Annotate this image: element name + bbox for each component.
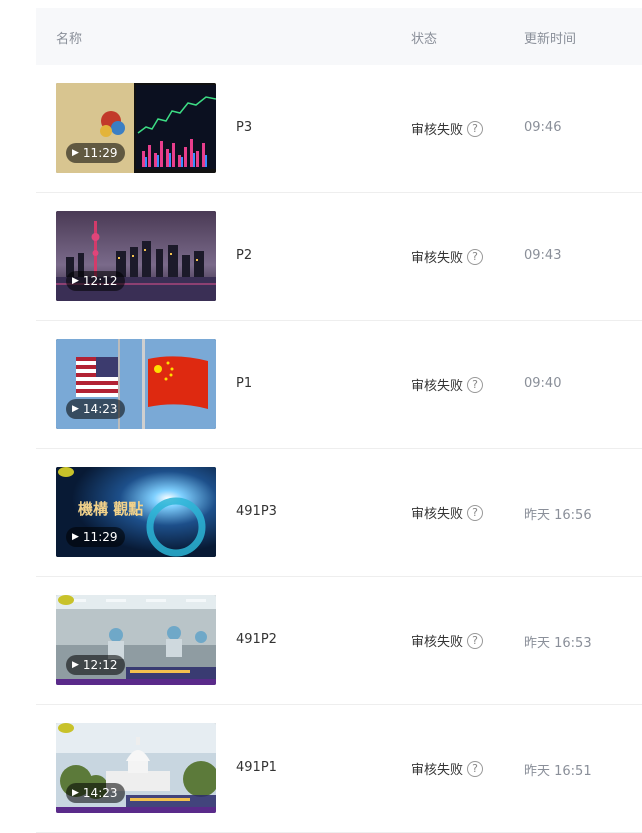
status-text: 审核失败 [411, 123, 464, 138]
status-text: 审核失败 [411, 635, 464, 650]
play-icon: ▶ [72, 148, 79, 158]
column-header-updated: 更新时间 [524, 32, 577, 47]
status-text: 审核失败 [411, 763, 464, 778]
updated-time: 昨天 16:56 [524, 508, 592, 523]
table-row[interactable]: ▶ 14:23 P1 审核失败 ? 09:40 [36, 321, 642, 449]
updated-time: 昨天 16:53 [524, 636, 592, 651]
updated-time: 09:43 [524, 248, 562, 263]
status-cell: 审核失败 ? [411, 631, 484, 650]
question-circle-icon[interactable]: ? [467, 632, 484, 649]
column-header-status: 状态 [411, 32, 438, 47]
updated-time: 昨天 16:51 [524, 764, 592, 779]
video-thumbnail[interactable]: 機構 觀點 ▶ 11:29 [56, 467, 216, 557]
play-icon: ▶ [72, 532, 79, 542]
status-text: 审核失败 [411, 379, 464, 394]
duration-text: 11:29 [82, 530, 118, 544]
video-thumbnail[interactable]: ▶ 14:23 [56, 339, 216, 429]
video-thumbnail[interactable]: ▶ 11:29 [56, 83, 216, 173]
status-text: 审核失败 [411, 251, 464, 266]
play-icon: ▶ [72, 404, 79, 414]
svg-text:機構 觀點: 機構 觀點 [78, 500, 143, 518]
status-cell: 审核失败 ? [411, 759, 484, 778]
duration-badge: ▶ 12:12 [66, 655, 125, 675]
video-name[interactable]: 491P2 [236, 632, 277, 647]
video-thumbnail[interactable]: ▶ 14:23 [56, 723, 216, 813]
video-name[interactable]: P2 [236, 248, 252, 263]
status-cell: 审核失败 ? [411, 503, 484, 522]
video-thumbnail[interactable]: ▶ 12:12 [56, 211, 216, 301]
duration-badge: ▶ 14:23 [66, 783, 125, 803]
duration-badge: ▶ 14:23 [66, 399, 125, 419]
duration-text: 14:23 [82, 786, 118, 800]
status-cell: 审核失败 ? [411, 119, 484, 138]
question-circle-icon[interactable]: ? [467, 120, 484, 137]
duration-text: 14:23 [82, 402, 118, 416]
video-name[interactable]: P1 [236, 376, 252, 391]
status-cell: 审核失败 ? [411, 375, 484, 394]
play-icon: ▶ [72, 276, 79, 286]
question-circle-icon[interactable]: ? [467, 504, 484, 521]
duration-badge: ▶ 12:12 [66, 271, 125, 291]
duration-text: 12:12 [82, 274, 118, 288]
video-name[interactable]: 491P3 [236, 504, 277, 519]
video-name[interactable]: P3 [236, 120, 252, 135]
updated-time: 09:40 [524, 376, 562, 391]
table-row[interactable]: ▶ 11:29 P3 审核失败 ? 09:46 [36, 65, 642, 193]
status-cell: 审核失败 ? [411, 247, 484, 266]
question-circle-icon[interactable]: ? [467, 760, 484, 777]
column-header-name: 名称 [56, 32, 83, 47]
question-circle-icon[interactable]: ? [467, 248, 484, 265]
duration-badge: ▶ 11:29 [66, 143, 125, 163]
question-circle-icon[interactable]: ? [467, 376, 484, 393]
duration-text: 12:12 [82, 658, 118, 672]
video-list: 名称 状态 更新时间 ▶ 11:29 P3 审核失败 ? 09:46 ▶ 12:… [36, 8, 642, 833]
table-header: 名称 状态 更新时间 [36, 8, 642, 65]
table-row[interactable]: ▶ 12:12 P2 审核失败 ? 09:43 [36, 193, 642, 321]
play-icon: ▶ [72, 788, 79, 798]
table-row[interactable]: 機構 觀點 ▶ 11:29 491P3 审核失败 ? 昨天 16:56 [36, 449, 642, 577]
duration-text: 11:29 [82, 146, 118, 160]
updated-time: 09:46 [524, 120, 562, 135]
video-name[interactable]: 491P1 [236, 760, 277, 775]
duration-badge: ▶ 11:29 [66, 527, 125, 547]
video-thumbnail[interactable]: ▶ 12:12 [56, 595, 216, 685]
table-row[interactable]: ▶ 14:23 491P1 审核失败 ? 昨天 16:51 [36, 705, 642, 833]
table-row[interactable]: ▶ 12:12 491P2 审核失败 ? 昨天 16:53 [36, 577, 642, 705]
play-icon: ▶ [72, 660, 79, 670]
status-text: 审核失败 [411, 507, 464, 522]
